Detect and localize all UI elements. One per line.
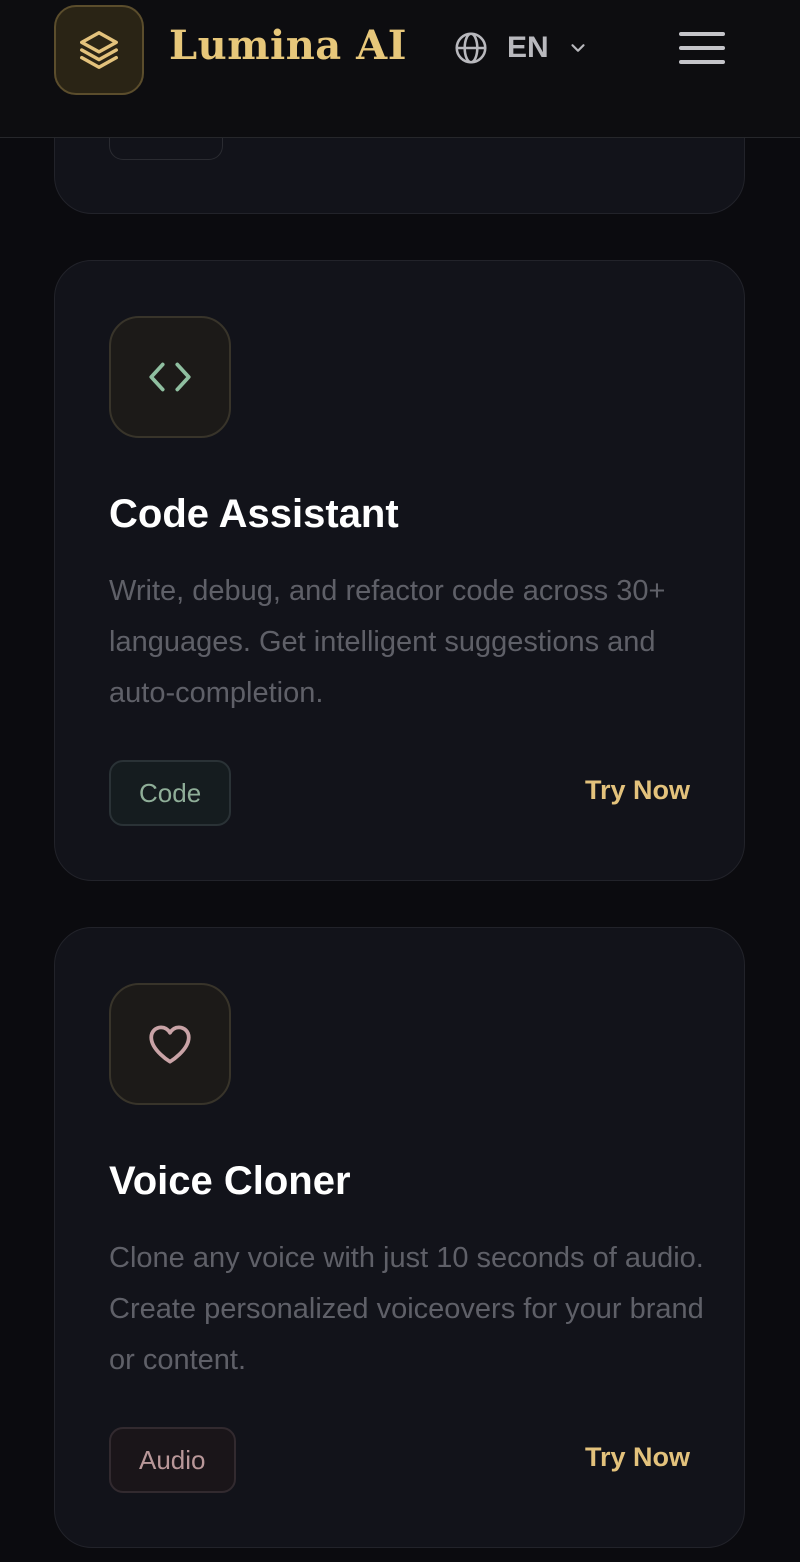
language-code: EN: [507, 31, 549, 64]
card-title: Code Assistant: [109, 492, 399, 536]
try-now-link[interactable]: Try Now: [585, 775, 690, 806]
heart-icon-box: [109, 983, 231, 1105]
voice-cloner-card[interactable]: Voice Cloner Clone any voice with just 1…: [54, 927, 745, 1548]
heart-icon: [149, 1025, 191, 1064]
top-header: Lumina AI EN: [0, 0, 800, 138]
try-now-link[interactable]: Try Now: [585, 1442, 690, 1473]
brand-name: Lumina AI: [169, 22, 407, 69]
card-description: Write, debug, and refactor code across 3…: [109, 575, 666, 709]
card-title: Voice Cloner: [109, 1159, 351, 1203]
language-selector[interactable]: EN: [453, 28, 589, 68]
menu-button[interactable]: [678, 30, 726, 66]
card-tag: Audio: [109, 1427, 236, 1493]
globe-icon: [455, 32, 487, 64]
logo-button[interactable]: [54, 5, 144, 95]
hamburger-menu-icon: [679, 32, 725, 64]
code-icon-box: [109, 316, 231, 438]
page: Lumina AI EN Code Assistant Write, debug…: [0, 0, 800, 1562]
code-icon: [149, 362, 191, 392]
chevron-down-icon: [571, 44, 585, 52]
card-tag: Code: [109, 760, 232, 826]
card-description: Clone any voice with just 10 seconds of …: [109, 1242, 704, 1376]
code-assistant-card[interactable]: Code Assistant Write, debug, and refacto…: [54, 260, 745, 881]
layers-icon: [80, 31, 118, 69]
